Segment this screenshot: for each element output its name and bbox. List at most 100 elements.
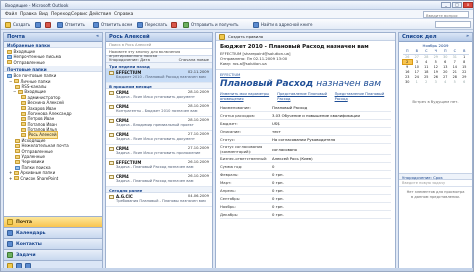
flag-button[interactable] [171,21,177,28]
collapse-icon[interactable]: » [466,34,469,39]
message-item[interactable]: CRM4 Задача - Плановый Расход назначен ва… [106,173,212,187]
close-button[interactable]: x [463,2,473,8]
field-value: 3.03 Обучение и повышение квалификации [272,113,360,118]
nav-calendar-button[interactable]: Календарь [4,227,102,238]
nav-contacts-button[interactable]: Контакты [4,238,102,249]
field-value: 0 грн. [272,180,284,185]
field-label: Описание: [220,129,241,134]
tree-item[interactable]: + Список SharePoint [7,176,99,181]
reply-all-icon [93,21,99,28]
message-item[interactable]: EFFECTIUM Бюджет 2010 - Плановый Расход н… [106,69,212,83]
field-label: Декабрь: [220,212,239,217]
aggregate-search-hint[interactable]: Нажмите эту кнопку для включения агрегир… [106,49,212,58]
field-row: Бизнес-ответственный: Алексей Рось (Киев) [220,155,391,163]
forward-button[interactable]: Переслать [137,21,167,28]
sort-header[interactable]: Упорядочение: Дата Сначала новые [106,56,212,63]
new-mail-icon [5,21,11,28]
field-row: Февраль: 0 грн. [220,171,391,179]
site-link[interactable]: EFFECTIUM [220,73,391,77]
message-item[interactable]: CRM4 Задача - Ясин Илья установить докуме… [106,89,212,103]
menu-help[interactable]: Справка [114,12,133,17]
field-value: 0 грн. [272,212,284,217]
collapse-icon[interactable]: « [96,34,99,39]
folder-icon [13,176,19,181]
field-row: Статус: На согласовании Руководителя [220,136,391,144]
send-receive-button[interactable]: Отправить и получить [183,21,239,28]
view-link[interactable]: Представление Плановый Расход [335,92,391,101]
address-search-button[interactable]: Найти в адресной книге [253,21,312,28]
message-item[interactable]: CRM4 Задача - Ясин Илья установить прилож… [106,145,212,159]
field-row: Сумма год: 0 [220,163,391,171]
menu-view[interactable]: Вид [39,12,48,17]
send-receive-icon [183,21,189,28]
rss-icon [15,84,20,89]
minimize-button[interactable]: _ [441,2,451,8]
message-item[interactable]: CRM4 Задача - Владимир премиальный проект… [106,117,212,131]
folder-icon [7,60,12,65]
favorites-list: Входящие Непрочтенные письма Отправленны… [4,48,102,66]
nav-tasks-button[interactable]: Задачи [4,249,102,260]
field-row: Ноябрь: 0 грн. [220,203,391,211]
no-appointments: Встреч в будущем нет. [412,99,459,104]
folder-icon [21,111,26,116]
envelope-icon [109,195,114,199]
nav-buttons: Почта Календарь Контакты Задачи [4,216,102,270]
envelope-icon [109,105,114,109]
menu-tools[interactable]: Сервис [71,12,87,17]
outlook-window: Входящие - Microsoft Outlook _ □ x Файл … [0,0,474,272]
message-item[interactable]: CRM4 Задача - Ясин Илья установить докуме… [106,131,212,145]
calendar-day[interactable]: 1 [412,79,422,84]
list-search-input[interactable]: Поиск в Рось Алексей [106,42,212,49]
help-search-input[interactable]: Введите вопрос [423,11,469,18]
nav-mail-button[interactable]: Почта [4,216,102,227]
reading-toolbar: Создать правило [216,33,395,41]
calendar-day[interactable]: 3 [431,79,441,84]
reply-all-button[interactable]: Ответить всем [93,21,132,28]
delete-icon [45,21,51,28]
calendar-day[interactable]: 2 [422,79,432,84]
window-title: Входящие - Microsoft Outlook [5,3,69,8]
calendar-day[interactable]: 5 [450,79,460,84]
toolbar-search-input[interactable] [435,21,471,28]
view-link[interactable]: Представление Плановый Расход [277,92,333,101]
create-rule-button[interactable]: Создать правило [228,34,263,39]
calendar-day[interactable]: 30 [403,79,413,84]
alert-settings-link[interactable]: Изменить мои параметры оповещения [220,92,276,101]
menu-go[interactable]: Переход [51,12,71,17]
task-sort-header[interactable]: Упорядочение: Срок [399,173,472,180]
calendar-day[interactable]: 6 [460,79,470,84]
field-row: Декабрь: 0 грн. [220,211,391,219]
delete-button[interactable] [45,21,51,28]
calendar-month[interactable]: Ноябрь 2009 [402,43,469,48]
field-value: 0 грн. [272,172,284,177]
menu-actions[interactable]: Действия [89,12,111,17]
maximize-button[interactable]: □ [452,2,462,8]
folder-icon [21,95,26,100]
message-body: EFFECTIUM Плановый Расход назначен вам И… [216,69,395,259]
folder-icon [21,106,26,111]
envelope-icon [109,161,114,165]
field-label: Бизнес-ответственный: [220,156,268,161]
todo-bar: Список дел» Ноябрь 2009 П В С Ч П С В 26 27 28 29 3… [398,32,473,271]
create-button[interactable]: Создать [5,21,30,28]
message-item[interactable]: A.G.CIC Требования Плановый - Плановы наз… [106,193,212,207]
reply-button[interactable]: Ответить [57,21,85,28]
envelope-icon [109,133,114,137]
list-title: Рось Алексей [106,33,212,42]
menu-edit[interactable]: Правка [20,12,37,17]
field-label: Апрель: [220,188,236,193]
message-item[interactable]: CRM4 Контрагенты - Бюджет 2010 назначен в… [106,103,212,117]
field-label: Сумма год: [220,164,243,169]
folder-icon [21,133,26,138]
field-value: согласовано [272,146,297,152]
new-task-input[interactable]: Введите новую задачу [399,180,472,187]
field-label: Статус: [220,137,236,142]
field-value: 0 [272,164,275,169]
reply-icon [57,21,63,28]
message-item[interactable]: EFFECTIUM Задача - Плановый Расход назнач… [106,159,212,173]
calendar-day[interactable]: 4 [441,79,451,84]
field-label: Март: [220,180,232,185]
print-button[interactable] [35,21,41,28]
favorite-sent[interactable]: Отправленные [7,60,99,65]
menu-file[interactable]: Файл [5,12,17,17]
